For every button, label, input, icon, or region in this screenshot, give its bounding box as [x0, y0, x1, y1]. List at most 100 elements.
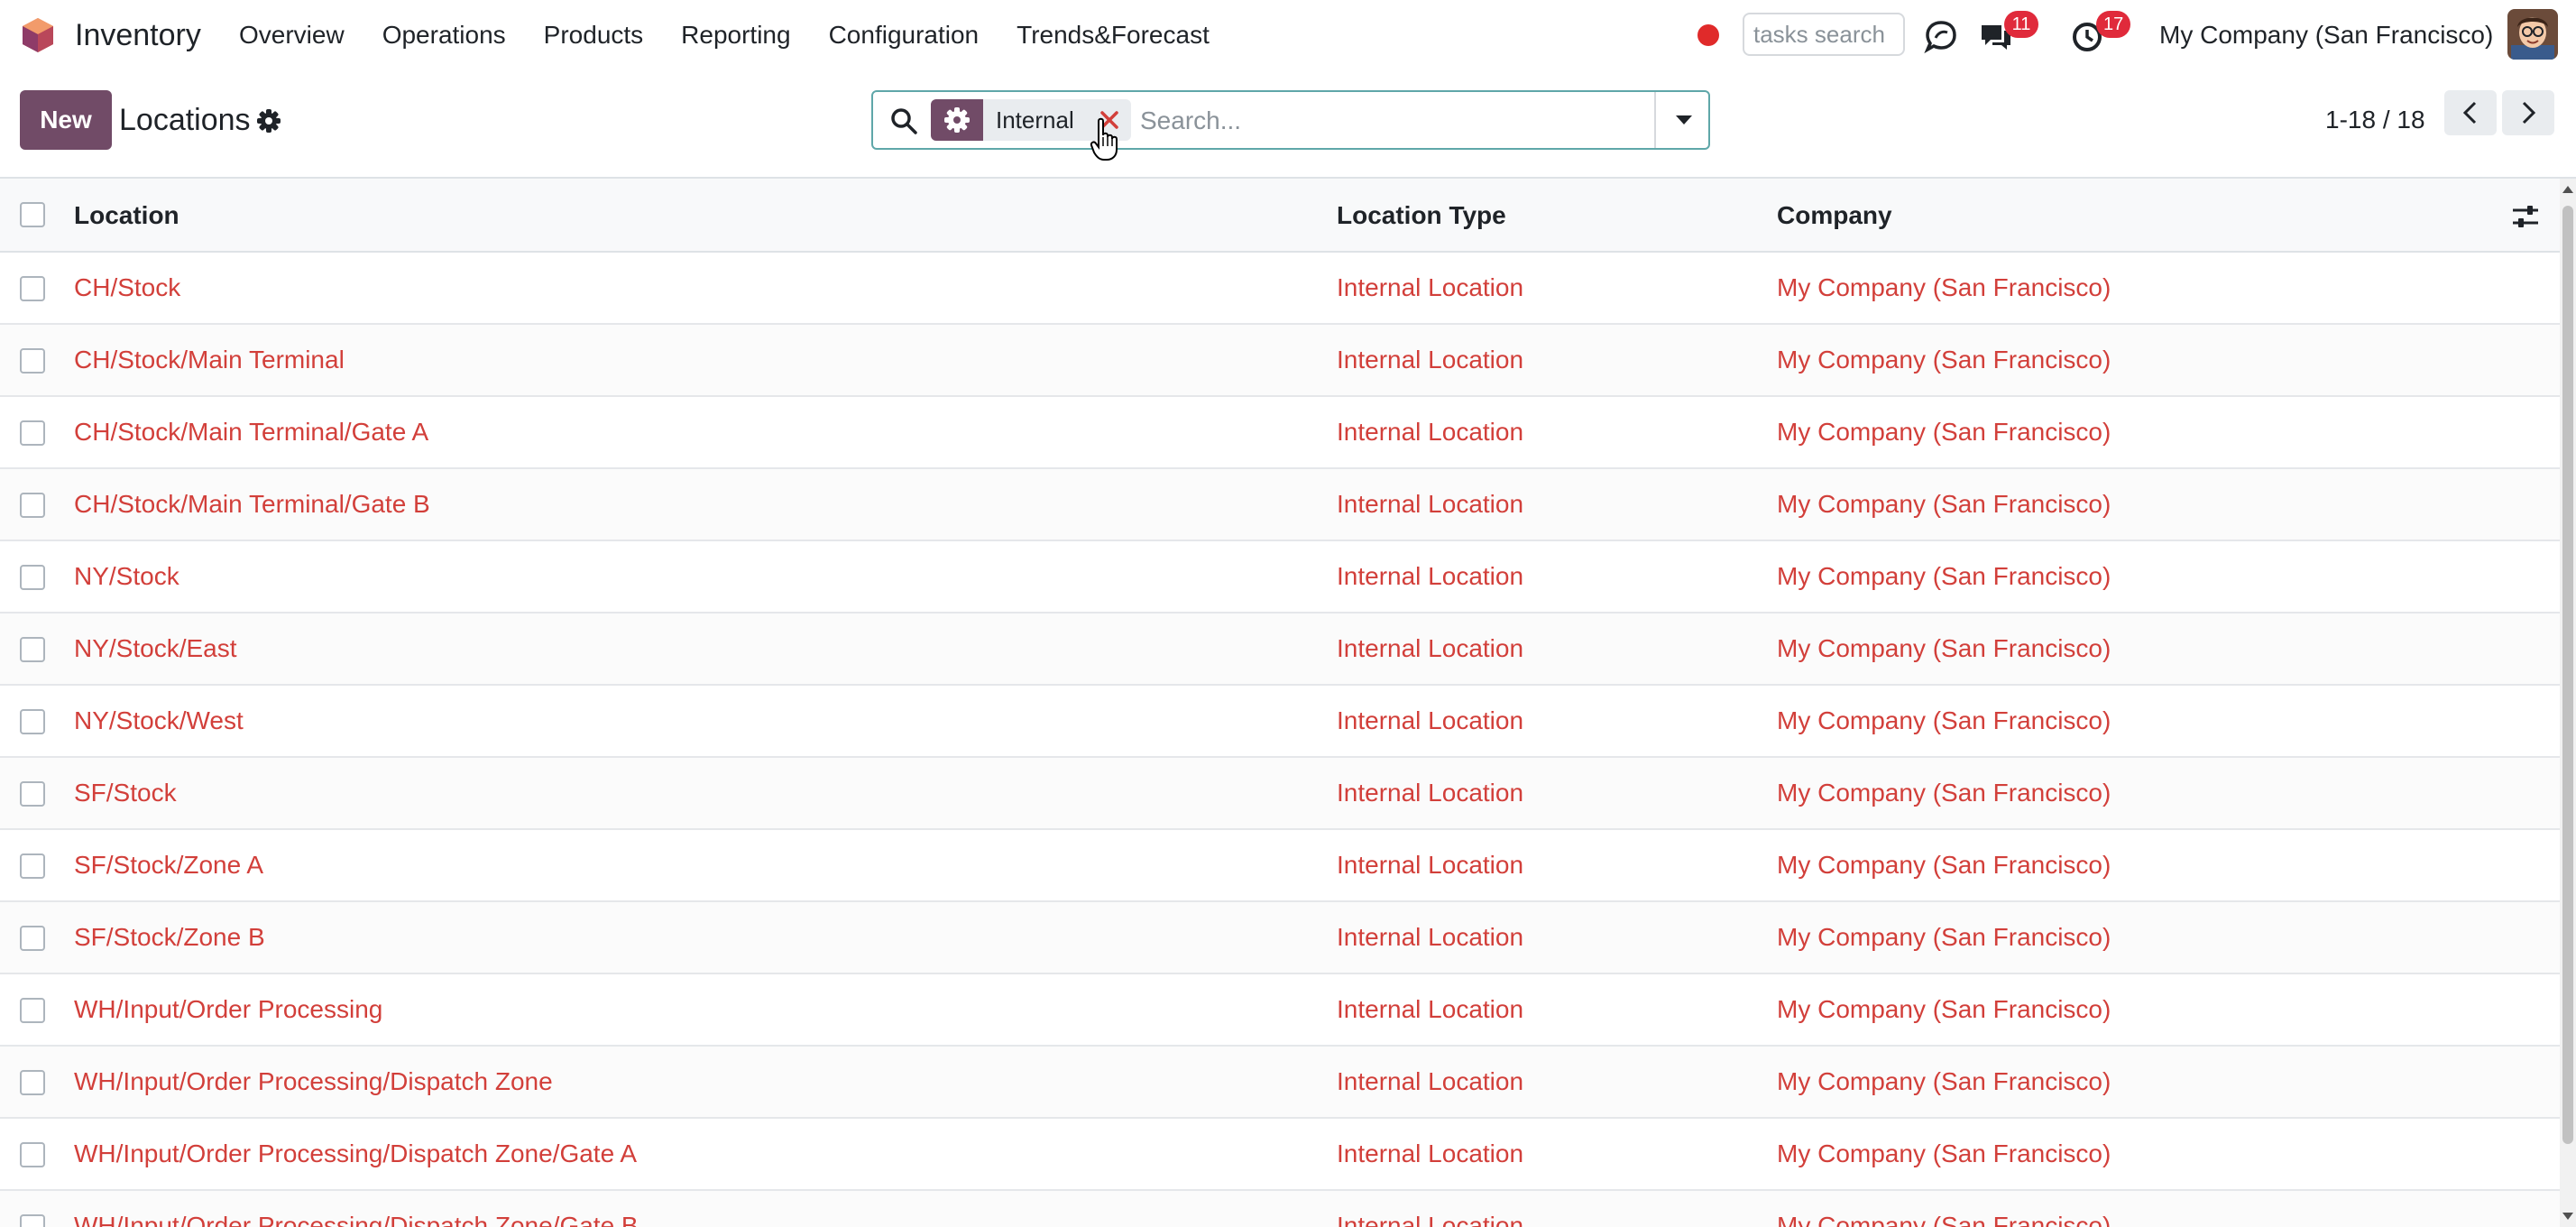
cell-location-type[interactable]: Internal Location: [1337, 397, 1523, 467]
pager-next-button[interactable]: [2502, 90, 2554, 135]
row-checkbox[interactable]: [20, 493, 45, 518]
user-avatar[interactable]: [2507, 9, 2558, 60]
cell-location-type[interactable]: Internal Location: [1337, 253, 1523, 323]
cell-company[interactable]: My Company (San Francisco): [1777, 1191, 2111, 1227]
cell-location-type[interactable]: Internal Location: [1337, 974, 1523, 1045]
table-row[interactable]: CH/Stock Internal Location My Company (San…: [0, 253, 2560, 325]
table-row[interactable]: NY/Stock Internal Location My Company (San…: [0, 541, 2560, 614]
cell-company[interactable]: My Company (San Francisco): [1777, 1119, 2111, 1189]
cell-company[interactable]: My Company (San Francisco): [1777, 614, 2111, 684]
table-row[interactable]: SF/Stock/Zone B Internal Location My Compa…: [0, 902, 2560, 974]
cell-company[interactable]: My Company (San Francisco): [1777, 686, 2111, 756]
cell-location-type[interactable]: Internal Location: [1337, 541, 1523, 612]
page-title[interactable]: Locations: [119, 101, 251, 139]
cell-location[interactable]: WH/Input/Order Processing/Dispatch Zone: [74, 1047, 553, 1117]
cell-location[interactable]: SF/Stock/Zone B: [74, 902, 265, 973]
cell-location[interactable]: NY/Stock: [74, 541, 179, 612]
discuss-bubble-icon[interactable]: [1923, 18, 1959, 54]
cell-company[interactable]: My Company (San Francisco): [1777, 397, 2111, 467]
cell-location[interactable]: CH/Stock/Main Terminal: [74, 325, 345, 395]
row-checkbox[interactable]: [20, 709, 45, 734]
table-row[interactable]: CH/Stock/Main Terminal/Gate A Internal Lo…: [0, 397, 2560, 469]
scroll-down-arrow-icon[interactable]: [2562, 1213, 2573, 1220]
cell-location-type[interactable]: Internal Location: [1337, 325, 1523, 395]
row-checkbox[interactable]: [20, 781, 45, 807]
cell-location-type[interactable]: Internal Location: [1337, 1191, 1523, 1227]
record-dot-icon[interactable]: [1697, 24, 1719, 46]
table-row[interactable]: WH/Input/Order Processing/Dispatch Zone/…: [0, 1191, 2560, 1227]
cell-company[interactable]: My Company (San Francisco): [1777, 253, 2111, 323]
column-header-company[interactable]: Company: [1777, 179, 1892, 253]
row-checkbox[interactable]: [20, 637, 45, 662]
cell-location-type[interactable]: Internal Location: [1337, 1047, 1523, 1117]
pager-value[interactable]: 1-18 / 18: [2325, 101, 2425, 139]
cell-company[interactable]: My Company (San Francisco): [1777, 902, 2111, 973]
select-all-checkbox[interactable]: [20, 202, 45, 227]
cell-location[interactable]: WH/Input/Order Processing/Dispatch Zone/…: [74, 1119, 637, 1189]
table-row[interactable]: WH/Input/Order Processing/Dispatch Zone/…: [0, 1119, 2560, 1191]
table-row[interactable]: SF/Stock/Zone A Internal Location My Compa…: [0, 830, 2560, 902]
inventory-app-logo-icon[interactable]: [20, 16, 56, 54]
row-checkbox[interactable]: [20, 1214, 45, 1227]
search-options-caret-down-icon[interactable]: [1654, 92, 1708, 148]
row-checkbox[interactable]: [20, 1070, 45, 1095]
search-icon[interactable]: [889, 106, 918, 135]
row-checkbox[interactable]: [20, 853, 45, 879]
cell-company[interactable]: My Company (San Francisco): [1777, 541, 2111, 612]
cell-location-type[interactable]: Internal Location: [1337, 614, 1523, 684]
scroll-up-arrow-icon[interactable]: [2562, 186, 2573, 193]
cell-location-type[interactable]: Internal Location: [1337, 902, 1523, 973]
cell-location[interactable]: NY/Stock/East: [74, 614, 237, 684]
table-row[interactable]: CH/Stock/Main Terminal Internal Location M…: [0, 325, 2560, 397]
optional-columns-sliders-icon[interactable]: [2511, 202, 2540, 231]
new-button[interactable]: New: [20, 90, 112, 150]
search-input[interactable]: [1140, 99, 1609, 143]
gear-icon[interactable]: [256, 108, 281, 134]
row-checkbox[interactable]: [20, 565, 45, 590]
cell-company[interactable]: My Company (San Francisco): [1777, 974, 2111, 1045]
cell-location[interactable]: SF/Stock: [74, 758, 177, 828]
row-checkbox[interactable]: [20, 348, 45, 374]
cell-location[interactable]: CH/Stock/Main Terminal/Gate B: [74, 469, 430, 540]
cell-company[interactable]: My Company (San Francisco): [1777, 469, 2111, 540]
table-row[interactable]: WH/Input/Order Processing/Dispatch Zone I…: [0, 1047, 2560, 1119]
row-checkbox[interactable]: [20, 1142, 45, 1167]
table-row[interactable]: CH/Stock/Main Terminal/Gate B Internal Lo…: [0, 469, 2560, 541]
cell-location-type[interactable]: Internal Location: [1337, 758, 1523, 828]
scrollbar-thumb[interactable]: [2562, 206, 2573, 1144]
cell-company[interactable]: My Company (San Francisco): [1777, 325, 2111, 395]
column-header-location-type[interactable]: Location Type: [1337, 179, 1506, 253]
row-checkbox[interactable]: [20, 998, 45, 1023]
cell-company[interactable]: My Company (San Francisco): [1777, 1047, 2111, 1117]
list-scrollbar[interactable]: [2560, 179, 2576, 1227]
cell-location-type[interactable]: Internal Location: [1337, 1119, 1523, 1189]
cell-location[interactable]: CH/Stock/Main Terminal/Gate A: [74, 397, 428, 467]
menu-configuration[interactable]: Configuration: [829, 16, 980, 54]
menu-operations[interactable]: Operations: [382, 16, 506, 54]
cell-location[interactable]: WH/Input/Order Processing: [74, 974, 382, 1045]
row-checkbox[interactable]: [20, 420, 45, 446]
table-row[interactable]: NY/Stock/West Internal Location My Company…: [0, 686, 2560, 758]
table-row[interactable]: WH/Input/Order Processing Internal Locati…: [0, 974, 2560, 1047]
row-checkbox[interactable]: [20, 276, 45, 301]
cell-location[interactable]: WH/Input/Order Processing/Dispatch Zone/…: [74, 1191, 639, 1227]
company-switcher[interactable]: My Company (San Francisco): [2159, 16, 2493, 54]
table-row[interactable]: SF/Stock Internal Location My Company (San…: [0, 758, 2560, 830]
menu-overview[interactable]: Overview: [239, 16, 345, 54]
menu-reporting[interactable]: Reporting: [681, 16, 790, 54]
app-name[interactable]: Inventory: [75, 16, 201, 54]
pager-previous-button[interactable]: [2444, 90, 2497, 135]
cell-location[interactable]: NY/Stock/West: [74, 686, 244, 756]
row-checkbox[interactable]: [20, 926, 45, 951]
column-header-location[interactable]: Location: [74, 179, 179, 253]
cell-company[interactable]: My Company (San Francisco): [1777, 758, 2111, 828]
cell-company[interactable]: My Company (San Francisco): [1777, 830, 2111, 900]
cell-location[interactable]: CH/Stock: [74, 253, 180, 323]
cell-location-type[interactable]: Internal Location: [1337, 686, 1523, 756]
tasks-search-input[interactable]: [1743, 13, 1905, 56]
cell-location-type[interactable]: Internal Location: [1337, 469, 1523, 540]
menu-trends-forecast[interactable]: Trends&Forecast: [1017, 16, 1210, 54]
menu-products[interactable]: Products: [544, 16, 644, 54]
table-row[interactable]: NY/Stock/East Internal Location My Company…: [0, 614, 2560, 686]
cell-location-type[interactable]: Internal Location: [1337, 830, 1523, 900]
